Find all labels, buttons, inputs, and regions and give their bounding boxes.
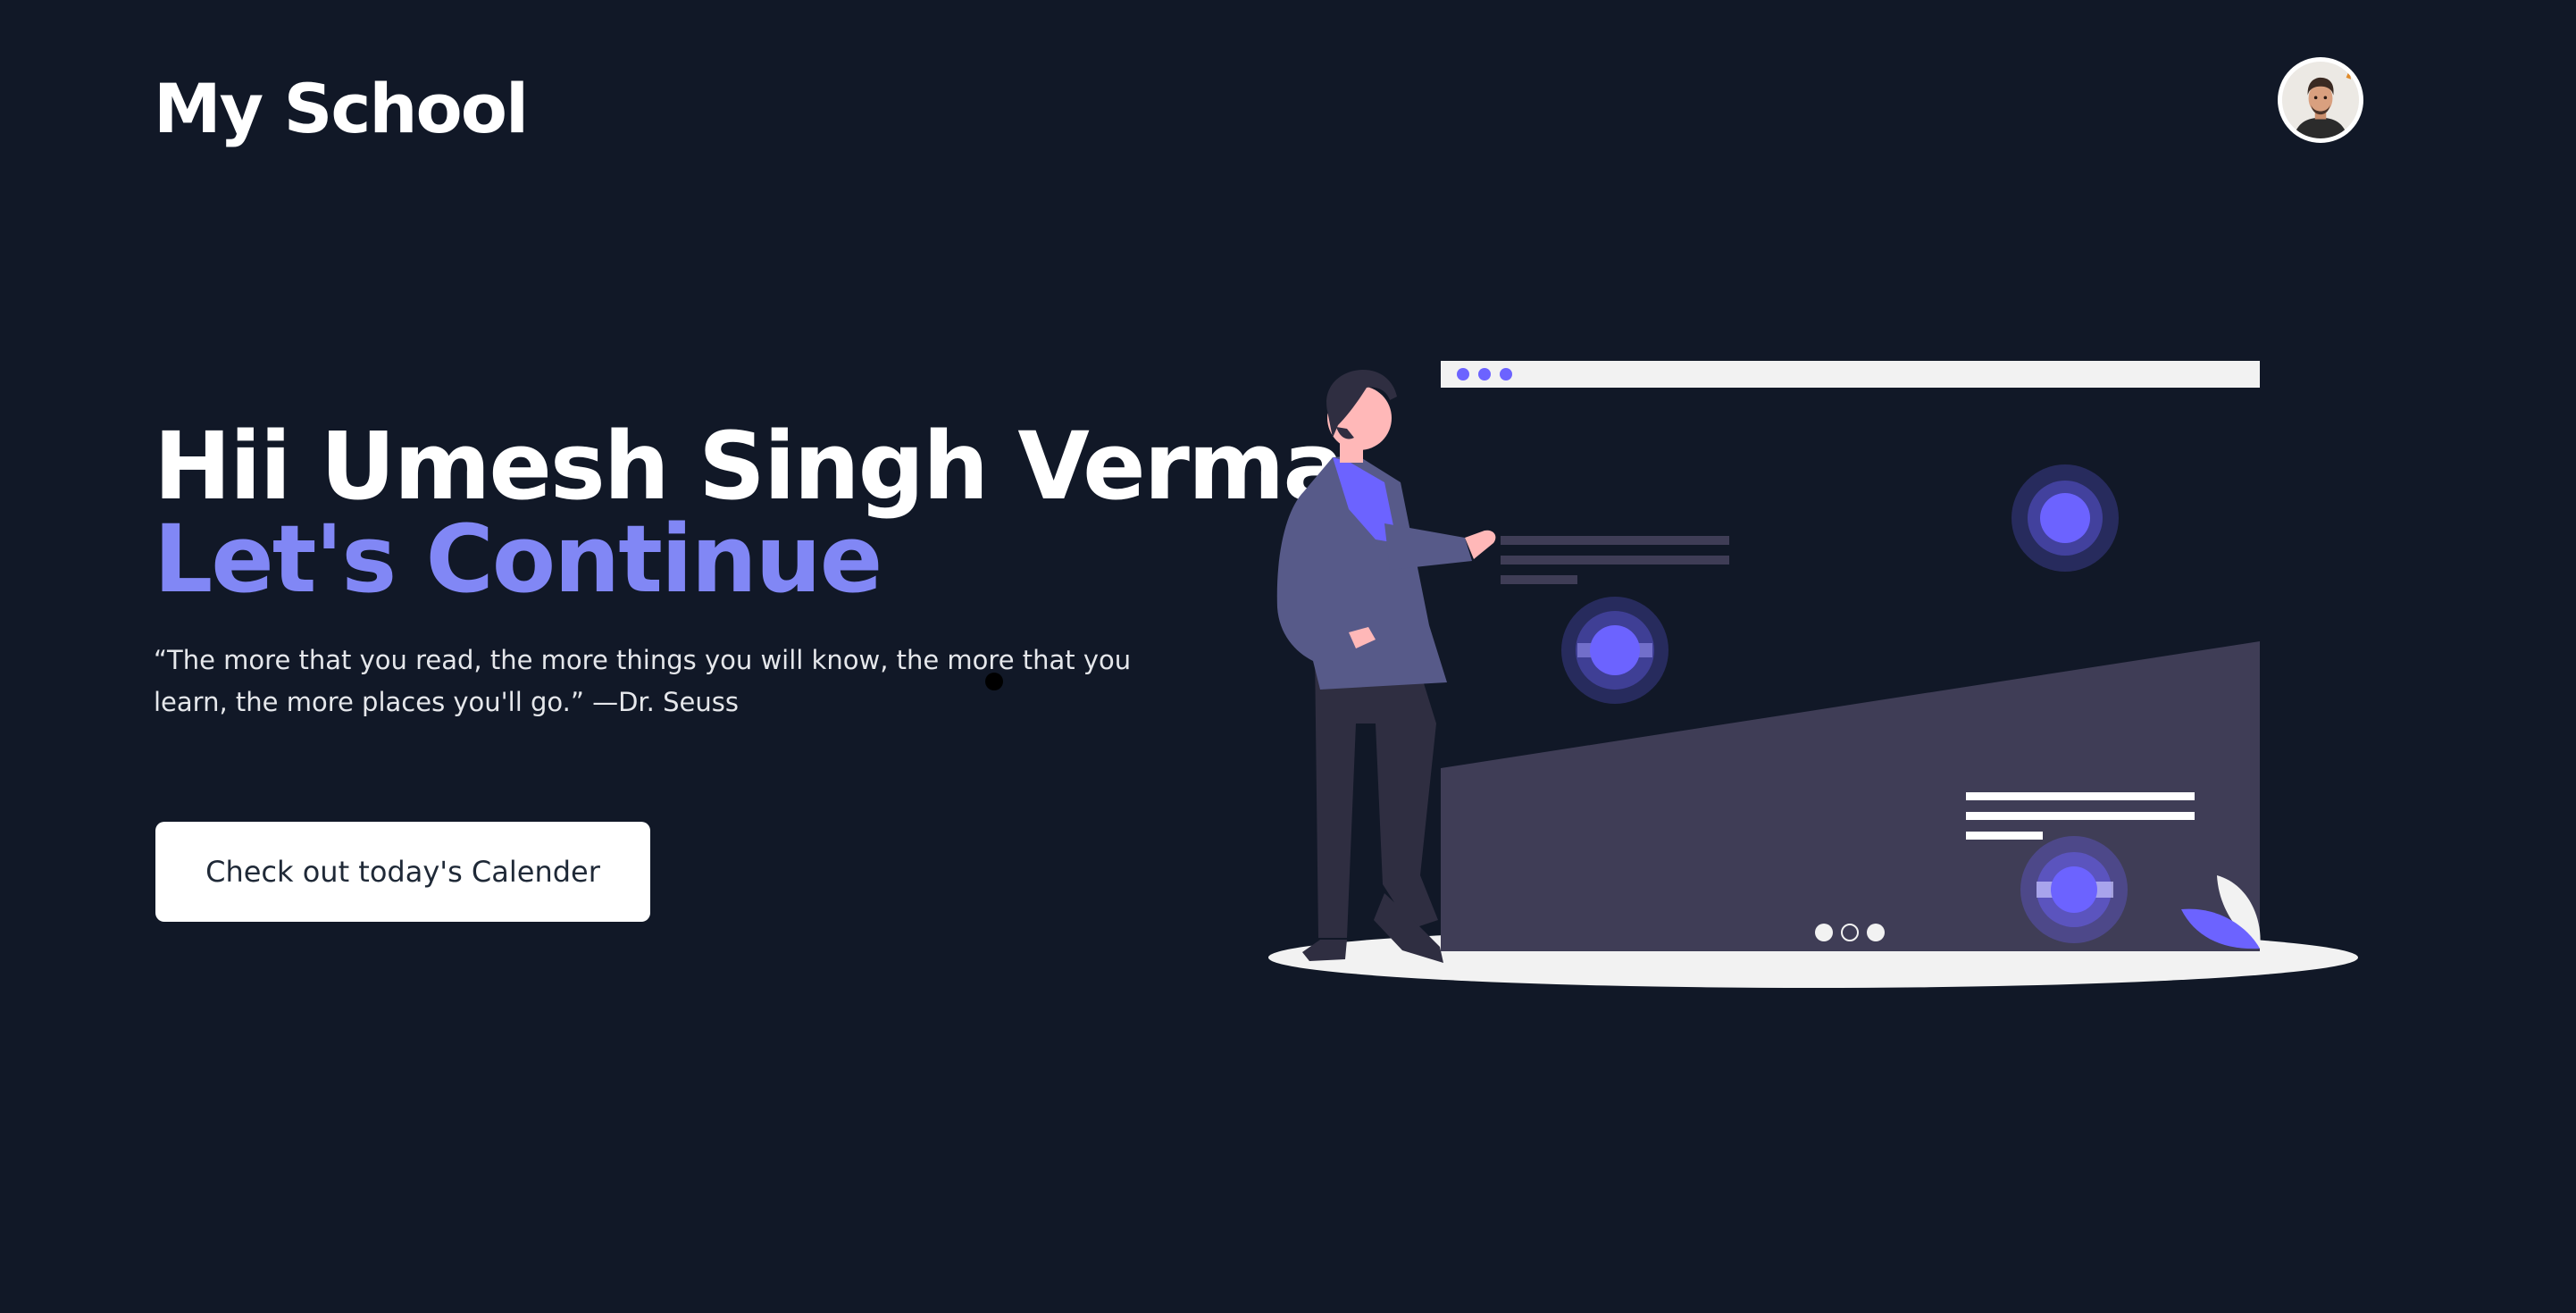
slide-dot-icon — [1815, 924, 1833, 941]
window-dot-icon — [1500, 368, 1512, 381]
calendar-button[interactable]: Check out today's Calender — [155, 822, 650, 922]
presentation-illustration — [1268, 361, 2358, 988]
user-avatar-icon — [2282, 62, 2359, 138]
glow-circle-core — [2051, 866, 2097, 913]
greeting-heading: Hii Umesh Singh Verma — [154, 412, 1346, 521]
text-line — [1966, 812, 2195, 820]
text-line — [1501, 556, 1729, 565]
window-dot-icon — [1478, 368, 1491, 381]
browser-bar — [1441, 361, 2260, 388]
mouse-cursor — [985, 673, 1003, 690]
window-dot-icon — [1457, 368, 1469, 381]
continue-heading: Let's Continue — [154, 505, 882, 614]
glow-circle-core — [2040, 493, 2090, 543]
quote-text: “The more that you read, the more things… — [154, 645, 1132, 717]
glow-circle-core — [1590, 625, 1640, 675]
page: My School Hii Umesh Singh Verma Let's Co… — [0, 0, 2576, 1313]
hero-section: Hii Umesh Singh Verma Let's Continue “Th… — [154, 412, 1346, 723]
text-line — [1966, 792, 2195, 800]
slide-dot-icon — [1867, 924, 1885, 941]
profile-avatar[interactable] — [2278, 57, 2363, 143]
brand-title: My School — [154, 69, 529, 148]
text-line — [1501, 575, 1577, 584]
text-line — [1501, 536, 1729, 545]
text-line — [1966, 832, 2043, 840]
